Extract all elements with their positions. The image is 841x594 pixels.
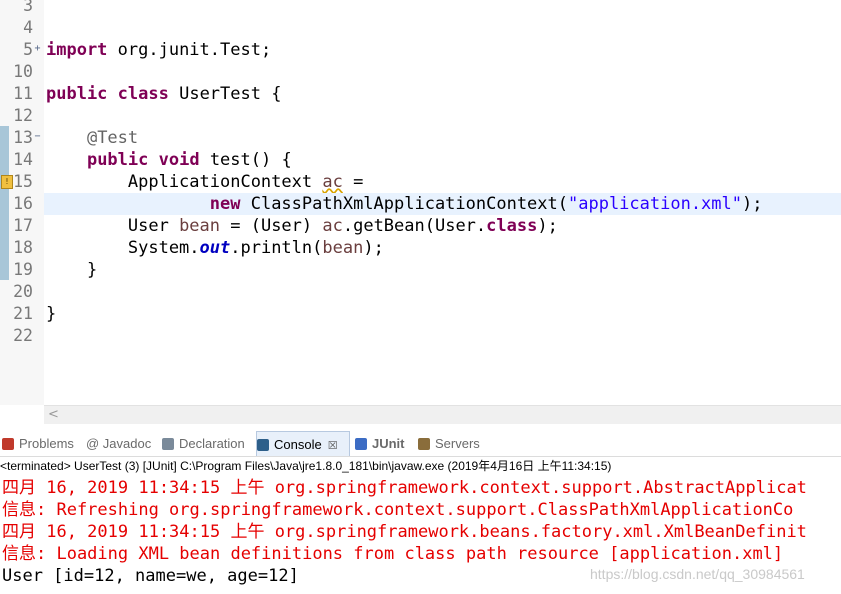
line-number: 10 xyxy=(13,62,33,81)
line-number: 22 xyxy=(13,326,33,345)
servers-icon xyxy=(418,438,430,450)
code-text: @Test xyxy=(86,128,139,148)
code-line: 16 new ClassPathXmlApplicationContext("a… xyxy=(0,193,841,215)
line-number: 14 xyxy=(13,150,33,169)
code-text: } xyxy=(46,260,98,280)
console-line: 信息: Loading XML bean definitions from cl… xyxy=(2,544,784,564)
expand-fold-icon[interactable]: + xyxy=(33,44,42,54)
code-text: ApplicationContext ac = xyxy=(46,172,364,192)
code-line: 13− @Test xyxy=(0,127,841,149)
horizontal-scrollbar[interactable]: < xyxy=(44,405,841,424)
console-line: 四月 16, 2019 11:34:15 上午 org.springframew… xyxy=(2,478,807,498)
declaration-icon xyxy=(162,438,174,450)
code-line: 22 xyxy=(0,325,841,347)
tab-label: Declaration xyxy=(179,436,245,451)
code-line: 10 xyxy=(0,61,841,83)
code-line: 19 } xyxy=(0,259,841,281)
code-text: public class UserTest { xyxy=(46,84,282,104)
code-line: 11 public class UserTest { xyxy=(0,83,841,105)
code-line: 12 xyxy=(0,105,841,127)
line-number: 20 xyxy=(13,282,33,301)
line-number: 17 xyxy=(13,216,33,235)
console-line: 四月 16, 2019 11:34:15 上午 org.springframew… xyxy=(2,522,807,542)
tab-label: @ Javadoc xyxy=(86,436,152,451)
code-text: import org.junit.Test; xyxy=(46,40,272,60)
console-icon xyxy=(257,439,269,451)
scroll-left-icon[interactable]: < xyxy=(48,406,59,424)
code-line: 18 System.out.println(bean); xyxy=(0,237,841,259)
line-number: 18 xyxy=(13,238,33,257)
code-line: 14 public void test() { xyxy=(0,149,841,171)
code-line: 3 xyxy=(0,0,841,17)
tab-servers[interactable]: Servers xyxy=(418,431,484,456)
tab-declaration[interactable]: Declaration xyxy=(162,431,252,456)
watermark: https://blog.csdn.net/qq_30984561 xyxy=(590,566,805,582)
line-number: 16 xyxy=(13,194,33,213)
code-line: 21} xyxy=(0,303,841,325)
code-text: System.out.println(bean); xyxy=(46,238,384,258)
line-number: 12 xyxy=(13,106,33,125)
code-line: 17 User bean = (User) ac.getBean(User.cl… xyxy=(0,215,841,237)
line-number: 13 xyxy=(13,128,33,147)
view-tab-bar: Problems @ Javadoc Declaration Console ☒ JUni… xyxy=(0,431,841,457)
tab-javadoc[interactable]: @ Javadoc xyxy=(86,431,156,456)
console-line: 信息: Refreshing org.springframework.conte… xyxy=(2,500,794,520)
tab-label: Problems xyxy=(19,436,74,451)
line-number: 5 xyxy=(23,40,33,59)
tab-label: Servers xyxy=(435,436,480,451)
console-status-line: <terminated> UserTest (3) [JUnit] C:\Pro… xyxy=(0,459,612,473)
line-number: 4 xyxy=(23,18,33,37)
line-number: 21 xyxy=(13,304,33,323)
code-line: 5 + import org.junit.Test; xyxy=(0,39,841,61)
tab-label: JUnit xyxy=(372,436,405,451)
tab-console[interactable]: Console ☒ xyxy=(256,431,350,456)
code-text: } xyxy=(46,304,57,324)
warning-icon[interactable]: ! xyxy=(1,175,13,189)
code-line: 15! ApplicationContext ac = xyxy=(0,171,841,193)
tab-problems[interactable]: Problems xyxy=(2,431,80,456)
console-line: User [id=12, name=we, age=12] xyxy=(2,566,299,586)
code-line: 20 xyxy=(0,281,841,303)
junit-icon xyxy=(355,438,367,450)
line-number: 11 xyxy=(13,84,33,103)
code-line: 4 xyxy=(0,17,841,39)
tab-junit[interactable]: JUnit xyxy=(355,431,411,456)
code-text: public void test() { xyxy=(86,150,292,170)
code-text: new ClassPathXmlApplicationContext("appl… xyxy=(209,194,763,214)
close-tab-icon[interactable]: ☒ xyxy=(328,440,338,452)
line-number: 3 xyxy=(23,0,33,15)
problems-icon xyxy=(2,438,14,450)
code-text: User bean = (User) ac.getBean(User.class… xyxy=(46,216,558,236)
tab-label: Console xyxy=(274,437,322,452)
collapse-fold-icon[interactable]: − xyxy=(33,132,42,142)
line-number: 19 xyxy=(13,260,33,279)
code-editor[interactable]: 3 4 5 + import org.junit.Test; 10 11 public cla… xyxy=(0,0,841,405)
